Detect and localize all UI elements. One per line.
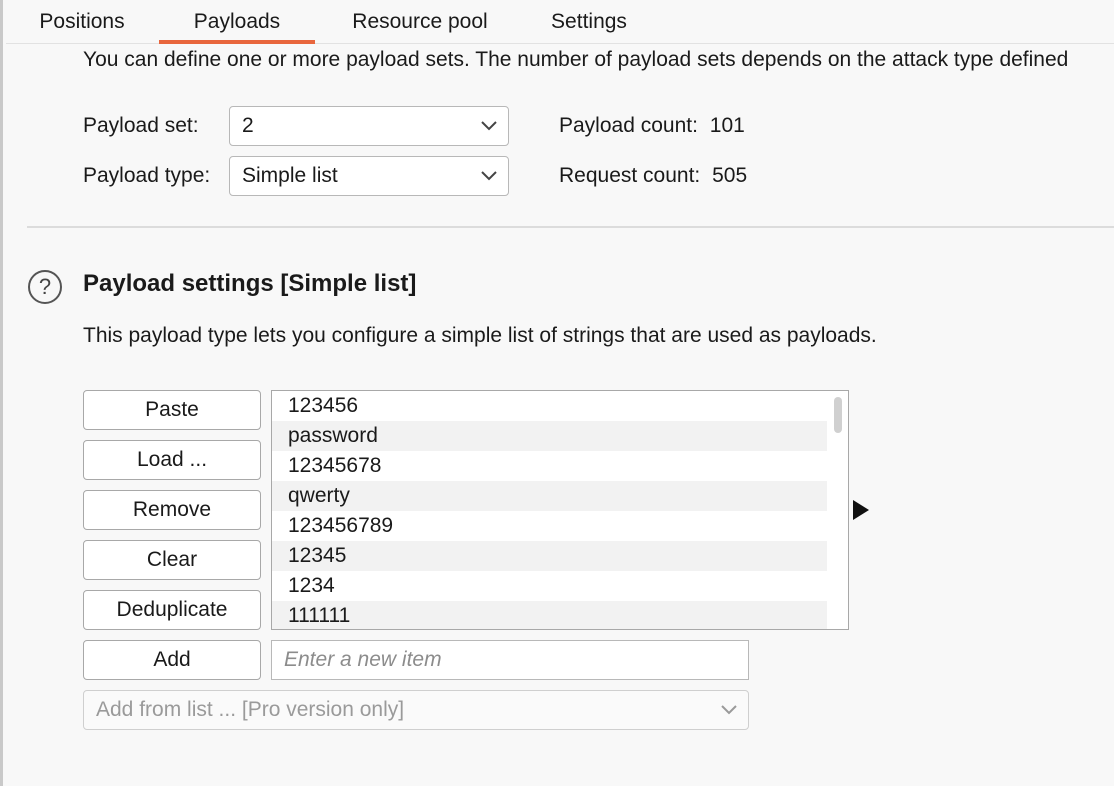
list-item[interactable]: 123456789 <box>272 511 827 541</box>
payload-type-select[interactable]: Simple list <box>229 156 509 196</box>
chevron-down-icon <box>481 171 497 181</box>
clear-button[interactable]: Clear <box>83 540 261 580</box>
new-item-input[interactable] <box>271 640 749 680</box>
tab-settings[interactable]: Settings <box>534 0 644 44</box>
payload-count-value: 101 <box>709 114 745 137</box>
section-divider <box>27 226 1114 228</box>
payload-set-select[interactable]: 2 <box>229 106 509 146</box>
tab-positions[interactable]: Positions <box>20 0 144 44</box>
section-description: This payload type lets you configure a s… <box>83 324 877 347</box>
list-item[interactable]: password <box>272 421 827 451</box>
request-count: Request count: 505 <box>559 164 747 188</box>
payload-type-value: Simple list <box>242 164 338 187</box>
add-button[interactable]: Add <box>83 640 261 680</box>
list-item[interactable]: 123456 <box>272 391 827 421</box>
deduplicate-button[interactable]: Deduplicate <box>83 590 261 630</box>
list-scrollbar[interactable] <box>834 397 842 433</box>
tab-payloads[interactable]: Payloads <box>159 0 315 44</box>
load-button[interactable]: Load ... <box>83 440 261 480</box>
chevron-down-icon <box>481 121 497 131</box>
list-item[interactable]: 12345678 <box>272 451 827 481</box>
tab-bar: Positions Payloads Resource pool Setting… <box>6 0 1114 44</box>
list-item[interactable]: 12345 <box>272 541 827 571</box>
payload-set-label: Payload set: <box>83 114 199 137</box>
payload-count-label: Payload count: <box>559 114 698 137</box>
add-from-list-select[interactable]: Add from list ... [Pro version only] <box>83 690 749 730</box>
section-title: Payload settings [Simple list] <box>83 270 417 297</box>
payload-sets-description: You can define one or more payload sets.… <box>83 48 1069 71</box>
triangle-right-icon[interactable] <box>853 500 869 520</box>
request-count-label: Request count: <box>559 164 701 187</box>
list-item[interactable]: qwerty <box>272 481 827 511</box>
list-item[interactable]: 111111 <box>272 601 827 629</box>
payloads-panel: Positions Payloads Resource pool Setting… <box>0 0 1114 786</box>
payload-type-label: Payload type: <box>83 164 211 187</box>
help-circle-icon[interactable]: ? <box>28 270 62 304</box>
tab-resource-pool[interactable]: Resource pool <box>330 0 510 44</box>
list-item[interactable]: 1234 <box>272 571 827 601</box>
remove-button[interactable]: Remove <box>83 490 261 530</box>
add-from-list-value: Add from list ... [Pro version only] <box>96 698 405 721</box>
payload-count: Payload count: 101 <box>559 114 745 138</box>
paste-button[interactable]: Paste <box>83 390 261 430</box>
payload-set-value: 2 <box>242 114 254 137</box>
payload-list[interactable]: 123456 password 12345678 qwerty 12345678… <box>271 390 849 630</box>
chevron-down-icon <box>721 705 737 715</box>
request-count-value: 505 <box>712 164 748 187</box>
